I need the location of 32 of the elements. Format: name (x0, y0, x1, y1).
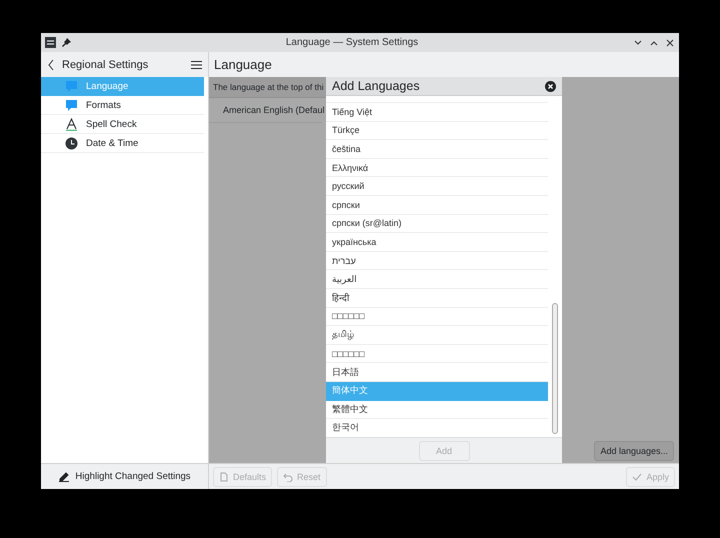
highlight-changed-settings-button[interactable]: Highlight Changed Settings (41, 463, 208, 489)
checkmark-icon (632, 472, 642, 482)
language-option[interactable]: □□□□□□ (326, 344, 548, 364)
document-icon (219, 472, 229, 482)
window-title: Language — System Settings (284, 37, 420, 48)
pen-icon (58, 471, 70, 482)
letter-a-icon (65, 118, 78, 130)
info-message: The language at the top of thi (209, 77, 326, 98)
add-languages-button[interactable]: Add languages... (594, 441, 674, 461)
scrollbar-thumb[interactable] (552, 303, 558, 434)
clock-icon (65, 136, 78, 150)
app-icon (45, 37, 56, 48)
language-option[interactable]: Türkçe (326, 122, 548, 140)
language-option[interactable]: □□□□□□ (326, 308, 548, 326)
menu-icon (191, 60, 202, 70)
sidebar-title: Regional Settings (62, 58, 150, 70)
minimize-icon (633, 38, 643, 48)
language-option[interactable]: српски (sr@latin) (326, 214, 548, 234)
language-option[interactable]: 繁體中文 (326, 400, 548, 420)
speech-bubble-icon (65, 80, 78, 92)
close-icon (545, 80, 556, 92)
close-icon (665, 38, 675, 48)
pin-icon (62, 38, 71, 47)
undo-icon (283, 472, 294, 482)
dialog-title: Add Languages (332, 79, 421, 93)
speech-bubble-icon (65, 98, 78, 112)
sidebar-item[interactable]: Spell Check (41, 115, 204, 134)
sidebar-item[interactable]: Date & Time (41, 134, 204, 153)
language-row[interactable]: American English (Defaul (209, 98, 322, 123)
page-title: Language (213, 56, 273, 74)
back-icon (47, 58, 56, 70)
sidebar-item[interactable]: Formats (41, 96, 204, 115)
